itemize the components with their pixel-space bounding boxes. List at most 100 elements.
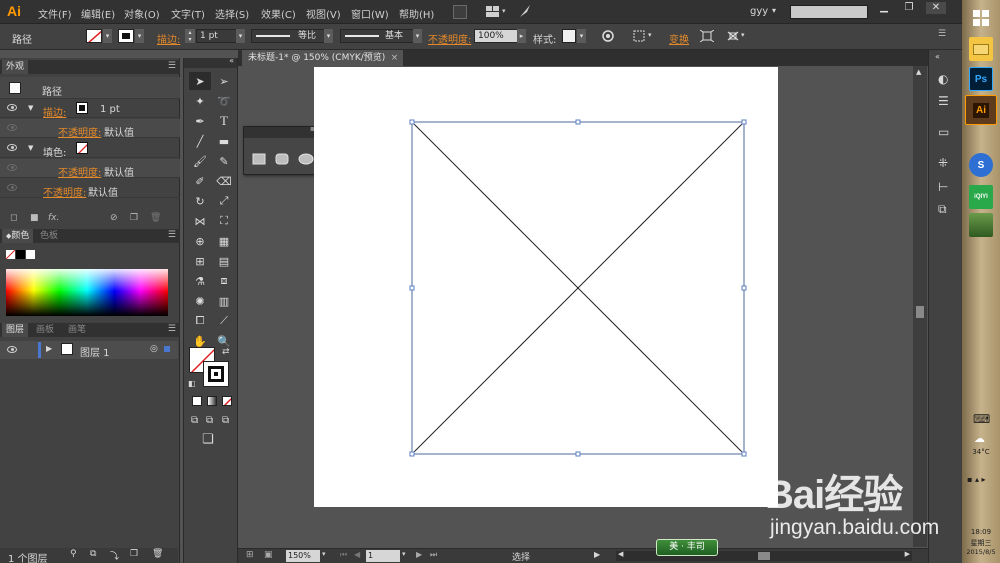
illustrator-app[interactable]: Ai bbox=[965, 95, 997, 125]
rectangle-tool-icon[interactable] bbox=[252, 153, 266, 165]
transform-panel-icon[interactable]: ⁜ bbox=[938, 156, 954, 170]
trash-icon[interactable]: 🗑 bbox=[152, 549, 163, 559]
graphic-style-dropdown[interactable]: ▾ bbox=[577, 29, 586, 43]
magic-wand-tool-icon[interactable]: ✦ bbox=[189, 92, 211, 110]
stroke-row-swatch[interactable] bbox=[76, 102, 88, 114]
isolate-icon[interactable] bbox=[700, 30, 714, 42]
collapse-icon[interactable]: « bbox=[229, 56, 234, 65]
add-fill-icon[interactable]: ■ bbox=[30, 213, 39, 223]
stroke-opacity-label[interactable]: 不透明度: bbox=[58, 124, 101, 139]
photoshop-app[interactable]: Ps bbox=[969, 67, 993, 91]
minimize-button[interactable]: ▁ bbox=[874, 2, 894, 14]
scroll-thumb[interactable] bbox=[758, 552, 770, 560]
panel-menu-icon[interactable]: ☰ bbox=[168, 61, 176, 71]
chevron-down-icon[interactable]: ▾ bbox=[322, 550, 326, 558]
object-opacity-label[interactable]: 不透明度: bbox=[43, 184, 86, 199]
fill-row-swatch[interactable] bbox=[76, 142, 88, 154]
selection-tool-icon[interactable]: ➤ bbox=[189, 72, 211, 90]
ellipse-tool-icon[interactable] bbox=[298, 153, 314, 165]
artboard[interactable] bbox=[314, 67, 778, 507]
eye-icon[interactable] bbox=[7, 144, 17, 151]
tab-swatches[interactable]: 色板 bbox=[36, 229, 62, 243]
artboard-tool-icon[interactable]: ⧠ bbox=[189, 312, 211, 330]
restore-button[interactable]: ❐ bbox=[899, 2, 919, 14]
prev-artboard-icon[interactable]: ◀ bbox=[354, 550, 360, 559]
slice-tool-icon[interactable]: ⟋ bbox=[213, 312, 235, 330]
panel-menu-icon[interactable]: ☰ bbox=[938, 29, 946, 39]
tab-color[interactable]: ◆颜色 bbox=[2, 229, 34, 243]
tab-appearance[interactable]: 外观 bbox=[2, 60, 29, 74]
trash-icon[interactable]: 🗑 bbox=[150, 213, 161, 223]
appearance-stroke-row[interactable]: ▼ 描边: 1 pt bbox=[0, 99, 180, 119]
artboard-nav-icon[interactable]: ⊞ bbox=[246, 550, 254, 560]
artwork[interactable] bbox=[314, 67, 778, 507]
width-tool-icon[interactable]: ⋈ bbox=[189, 212, 211, 230]
clock-weekday[interactable]: 星期三 bbox=[962, 538, 1000, 548]
scroll-right-icon[interactable]: ▶ bbox=[905, 550, 910, 558]
keyboard-icon[interactable]: ⌨ bbox=[973, 412, 990, 426]
chevron-down-icon[interactable]: ▾ bbox=[772, 6, 776, 15]
white-swatch[interactable] bbox=[26, 250, 35, 259]
perspective-grid-tool-icon[interactable]: ▦ bbox=[213, 232, 235, 250]
appearance-object-row[interactable]: 路径 bbox=[0, 77, 180, 99]
current-tool-status[interactable]: 选择 bbox=[512, 550, 530, 563]
panel-menu-icon[interactable]: ☰ bbox=[168, 324, 176, 334]
pathfinder-panel-icon[interactable]: ⧉ bbox=[938, 202, 954, 216]
rounded-rectangle-tool-icon[interactable] bbox=[275, 153, 289, 165]
variable-width-profile[interactable]: 等比 bbox=[251, 29, 325, 43]
clear-appearance-icon[interactable]: ⊘ bbox=[110, 213, 118, 223]
chevron-down-icon[interactable]: ▾ bbox=[402, 550, 406, 558]
rotate-tool-icon[interactable]: ↻ bbox=[189, 192, 211, 210]
menu-file[interactable]: 文件(F) bbox=[38, 6, 72, 21]
tab-artboards[interactable]: 画板 bbox=[32, 323, 58, 337]
draw-normal-icon[interactable]: ⧉ bbox=[191, 415, 198, 426]
eye-icon[interactable] bbox=[7, 124, 17, 131]
search-icon[interactable]: ⚲ bbox=[70, 549, 77, 559]
tray-icons[interactable]: ▪ ▴ ▸ bbox=[967, 475, 986, 484]
target-icon[interactable]: ◎ bbox=[150, 344, 158, 354]
clock-time[interactable]: 18:09 bbox=[962, 528, 1000, 536]
eye-icon[interactable] bbox=[7, 346, 17, 353]
brush-definition[interactable]: 基本 bbox=[340, 29, 414, 43]
gradient-mode-button[interactable] bbox=[207, 396, 217, 406]
free-transform-tool-icon[interactable]: ⛶ bbox=[213, 212, 235, 230]
draw-behind-icon[interactable]: ⧉ bbox=[206, 415, 213, 426]
make-clipping-mask-icon[interactable]: ⧉ bbox=[90, 549, 96, 559]
fill-opacity-label[interactable]: 不透明度: bbox=[58, 164, 101, 179]
close-window-button[interactable]: ✕ bbox=[926, 2, 946, 14]
black-swatch[interactable] bbox=[16, 250, 25, 259]
fill-swatch[interactable] bbox=[86, 29, 102, 43]
none-color-swatch[interactable] bbox=[6, 250, 15, 259]
weather-temperature[interactable]: 34°C bbox=[962, 448, 1000, 456]
menu-edit[interactable]: 编辑(E) bbox=[81, 6, 115, 21]
new-layer-icon[interactable]: ❐ bbox=[130, 549, 138, 559]
blob-brush-tool-icon[interactable]: ✐ bbox=[189, 172, 211, 190]
panel-menu-icon[interactable]: ☰ bbox=[168, 230, 176, 240]
scroll-left-icon[interactable]: ◀ bbox=[618, 550, 623, 558]
menu-object[interactable]: 对象(O) bbox=[124, 6, 160, 21]
appearance-panel-icon[interactable]: ◐ bbox=[938, 72, 954, 86]
brushes-panel-icon[interactable]: ☰ bbox=[938, 94, 954, 108]
default-fill-stroke-icon[interactable]: ◧ bbox=[188, 379, 196, 388]
file-explorer-icon[interactable] bbox=[969, 37, 993, 61]
stroke-weight-dropdown[interactable]: ▾ bbox=[236, 29, 245, 43]
sogou-app[interactable]: S bbox=[969, 153, 993, 177]
tab-brushes[interactable]: 画笔 bbox=[64, 323, 90, 337]
eraser-tool-icon[interactable]: ⌫ bbox=[213, 172, 235, 190]
stroke-label-link[interactable]: 描边: bbox=[157, 31, 180, 46]
expand-triangle-icon[interactable]: ▼ bbox=[28, 144, 33, 152]
bridge-button[interactable] bbox=[453, 5, 467, 19]
windows-start-icon[interactable] bbox=[973, 10, 989, 26]
stroke-color-box[interactable] bbox=[203, 361, 229, 387]
brush-dropdown[interactable]: ▾ bbox=[413, 29, 422, 43]
eye-icon[interactable] bbox=[7, 184, 17, 191]
none-mode-button[interactable] bbox=[222, 396, 232, 406]
blend-tool-icon[interactable]: ⧈ bbox=[213, 272, 235, 290]
transform-link[interactable]: 变换 bbox=[669, 31, 689, 46]
gpu-preview-icon[interactable]: ▣ bbox=[264, 550, 273, 560]
pen-tool-icon[interactable]: ✒ bbox=[189, 112, 211, 130]
menu-help[interactable]: 帮助(H) bbox=[399, 6, 434, 21]
eye-icon[interactable] bbox=[7, 104, 17, 111]
align-panel-icon[interactable]: ⊢ bbox=[938, 180, 954, 194]
artboard-number-field[interactable]: 1 bbox=[366, 550, 400, 562]
